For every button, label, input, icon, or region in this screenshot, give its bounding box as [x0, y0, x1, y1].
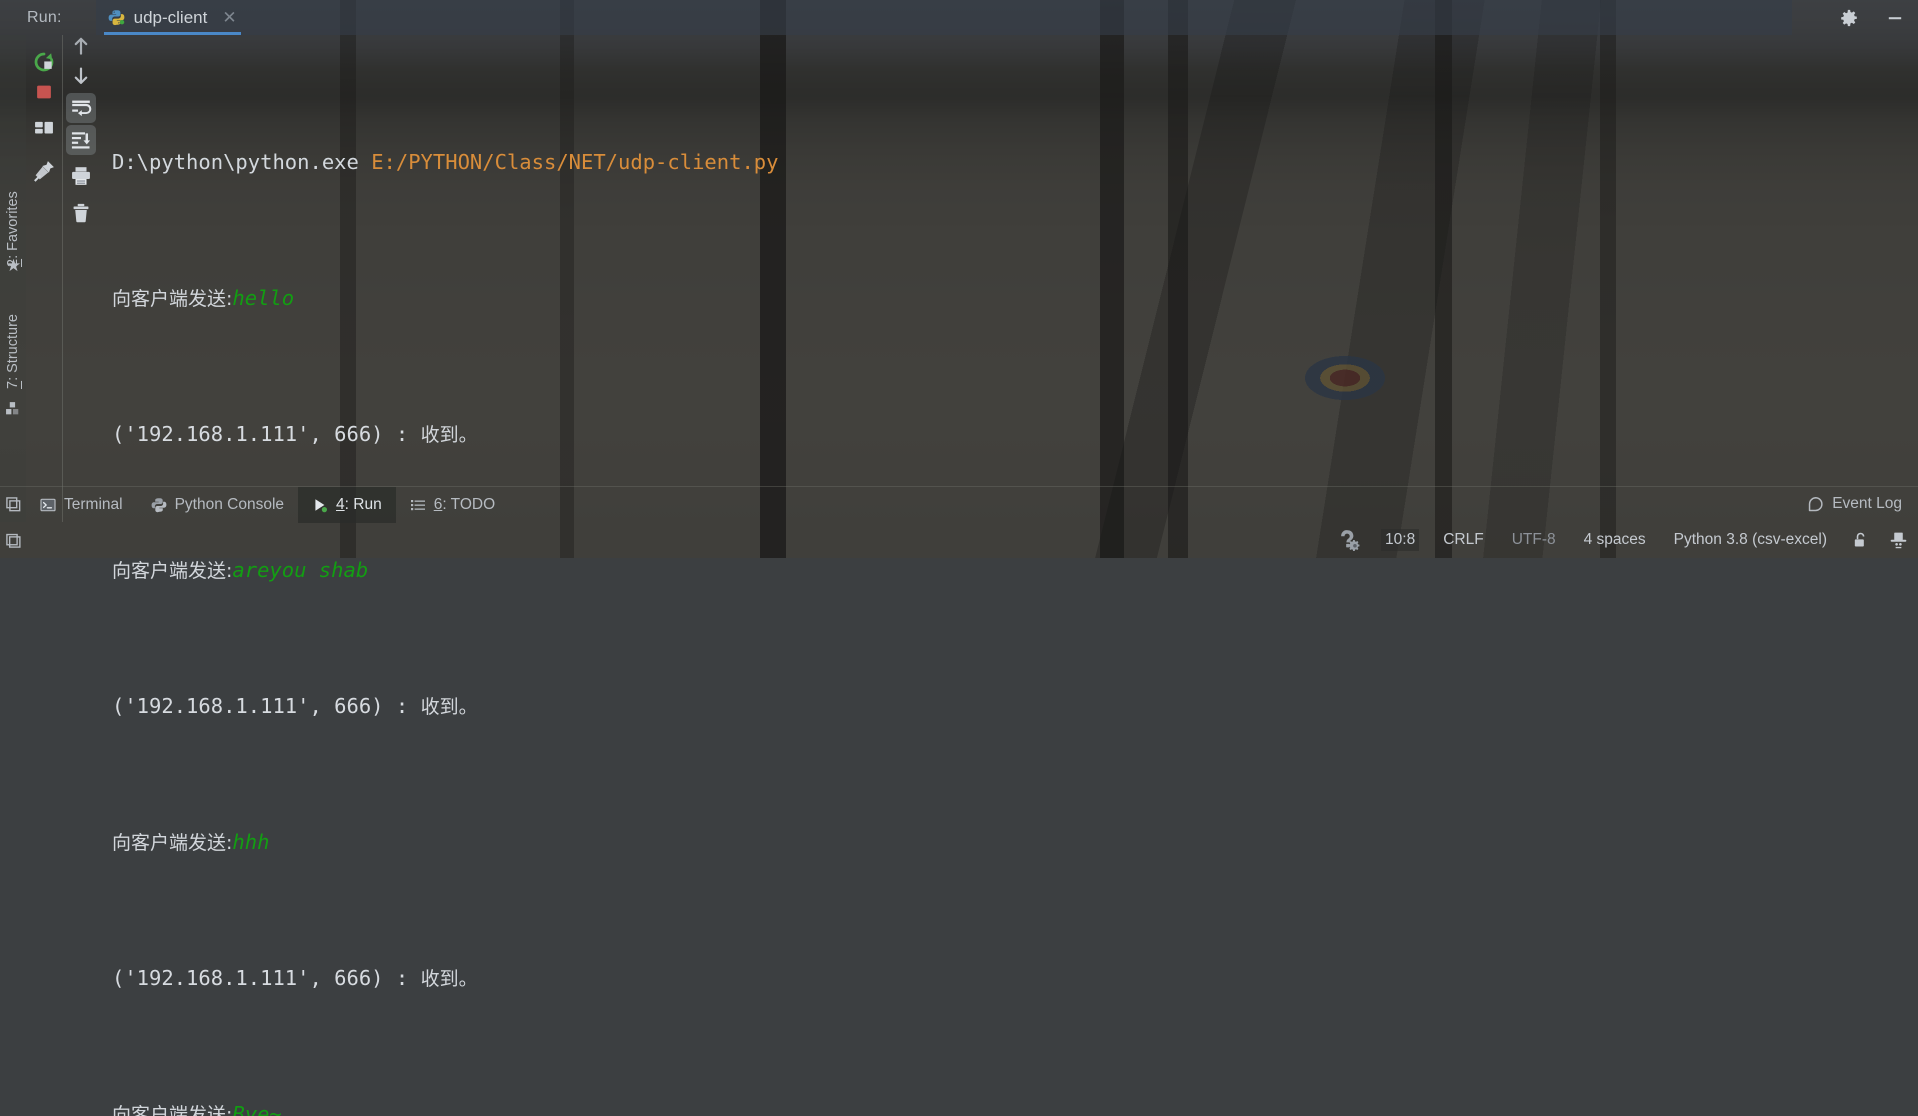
- close-icon[interactable]: ✕: [222, 9, 236, 26]
- status-bar-toggle-icon[interactable]: [0, 532, 26, 549]
- window-controls: [1826, 0, 1918, 35]
- tab-run-label: : Run: [345, 496, 382, 513]
- structure-label: : Structure: [5, 314, 21, 381]
- reply-separator: :: [384, 694, 421, 718]
- python-file-icon: [108, 9, 125, 26]
- indent-setting[interactable]: 4 spaces: [1580, 529, 1650, 551]
- run-configuration-tab[interactable]: udp-client ✕: [104, 0, 241, 35]
- console-line-sent: 向客户端发送:hhh: [112, 825, 1918, 859]
- scroll-to-end-icon[interactable]: [66, 125, 96, 155]
- console-line-command: D:\python\python.exe E:/PYTHON/Class/NET…: [112, 145, 1918, 179]
- reply-address: ('192.168.1.111', 666): [112, 694, 384, 718]
- run-actions-toolbar: [27, 35, 61, 522]
- tab-terminal[interactable]: Terminal: [26, 487, 137, 523]
- reply-address: ('192.168.1.111', 666): [112, 422, 384, 446]
- structure-icon: [5, 400, 22, 417]
- run-header-background: [96, 0, 1792, 35]
- status-bar: 10:8 CRLF UTF-8 4 spaces Python 3.8 (csv…: [0, 522, 1918, 558]
- console-line-sent: 向客户端发送:areyou shab: [112, 553, 1918, 587]
- send-prompt: 向客户端发送:: [112, 560, 232, 582]
- favorites-label: : Favorites: [5, 191, 21, 259]
- minimize-icon[interactable]: [1872, 0, 1918, 35]
- hector-hat-icon[interactable]: [1889, 531, 1908, 550]
- console-line-reply: ('192.168.1.111', 666) : 收到。: [112, 417, 1918, 451]
- send-prompt: 向客户端发送:: [112, 1104, 232, 1116]
- sidebar-item-favorites[interactable]: 2: Favorites: [0, 175, 26, 267]
- sent-value: hello: [232, 286, 294, 310]
- console-line-reply: ('192.168.1.111', 666) : 收到。: [112, 689, 1918, 723]
- star-icon: ★: [5, 257, 22, 274]
- run-toolwindow-header: Run: udp-client ✕: [0, 0, 1918, 35]
- reply-text: 收到。: [421, 424, 478, 446]
- rerun-green-icon[interactable]: [30, 48, 58, 76]
- todo-list-icon: [410, 497, 426, 513]
- sidebar-item-structure[interactable]: 7: Structure: [0, 293, 26, 389]
- run-console-output[interactable]: D:\python\python.exe E:/PYTHON/Class/NET…: [100, 35, 1918, 490]
- reply-separator: :: [384, 422, 421, 446]
- trash-icon[interactable]: [66, 198, 96, 228]
- console-line-sent: 向客户端发送:Bye~: [112, 1097, 1918, 1116]
- reply-address: ('192.168.1.111', 666): [112, 966, 384, 990]
- caret-position[interactable]: 10:8: [1381, 529, 1419, 551]
- reply-separator: :: [384, 966, 421, 990]
- status-bar-items: 10:8 CRLF UTF-8 4 spaces Python 3.8 (csv…: [1339, 529, 1908, 551]
- pycharm-ide: Run: udp-client ✕: [0, 0, 1918, 558]
- python-icon: [151, 497, 167, 513]
- sent-value: areyou shab: [232, 558, 368, 582]
- gear-icon[interactable]: [1826, 0, 1872, 35]
- structure-mnemonic: 7: [5, 381, 21, 389]
- command-exe: D:\python\python.exe: [112, 150, 359, 174]
- arrow-up-icon[interactable]: [66, 31, 96, 61]
- python-interpreter[interactable]: Python 3.8 (csv-excel): [1670, 529, 1831, 551]
- console-line-sent: 向客户端发送:hello: [112, 281, 1918, 315]
- tab-python-console[interactable]: Python Console: [137, 487, 298, 523]
- event-log-button[interactable]: Event Log: [1807, 486, 1902, 522]
- command-script: E:/PYTHON/Class/NET/udp-client.py: [371, 150, 778, 174]
- left-tool-window-stripe: 2: Favorites ★ 7: Structure: [0, 35, 26, 522]
- bottom-tool-window-bar: Terminal Python Console 4: Run: [0, 486, 1918, 522]
- sent-value: hhh: [232, 830, 269, 854]
- inspection-icon[interactable]: [1339, 529, 1361, 551]
- line-separator[interactable]: CRLF: [1439, 529, 1487, 551]
- tab-run-mnemonic: 4: [336, 496, 345, 513]
- print-icon[interactable]: [66, 161, 96, 191]
- tab-todo-label: : TODO: [442, 496, 495, 513]
- tab-python-console-label: Python Console: [175, 496, 284, 514]
- layout-panels-icon[interactable]: [30, 114, 58, 142]
- stop-red-square-icon[interactable]: [30, 78, 58, 106]
- event-log-label: Event Log: [1832, 495, 1902, 513]
- toggle-tool-windows-icon[interactable]: [0, 487, 26, 523]
- console-line-reply: ('192.168.1.111', 666) : 收到。: [112, 961, 1918, 995]
- event-log-icon: [1807, 496, 1824, 513]
- arrow-down-icon[interactable]: [66, 61, 96, 91]
- reply-text: 收到。: [421, 696, 478, 718]
- pin-tab-icon[interactable]: [30, 157, 58, 185]
- tab-todo[interactable]: 6: TODO: [396, 487, 509, 523]
- sent-value: Bye~: [232, 1102, 281, 1116]
- soft-wrap-icon[interactable]: [66, 93, 96, 123]
- console-actions-toolbar: [63, 35, 97, 522]
- terminal-icon: [40, 497, 56, 513]
- run-triangle-icon: [312, 497, 328, 513]
- unlocked-icon[interactable]: [1851, 531, 1869, 549]
- run-label: Run:: [27, 9, 62, 27]
- send-prompt: 向客户端发送:: [112, 832, 232, 854]
- reply-text: 收到。: [421, 968, 478, 990]
- tab-terminal-label: Terminal: [64, 496, 123, 514]
- file-encoding[interactable]: UTF-8: [1508, 529, 1560, 551]
- send-prompt: 向客户端发送:: [112, 288, 232, 310]
- run-tab-label: udp-client: [134, 8, 208, 28]
- tab-run[interactable]: 4: Run: [298, 487, 396, 523]
